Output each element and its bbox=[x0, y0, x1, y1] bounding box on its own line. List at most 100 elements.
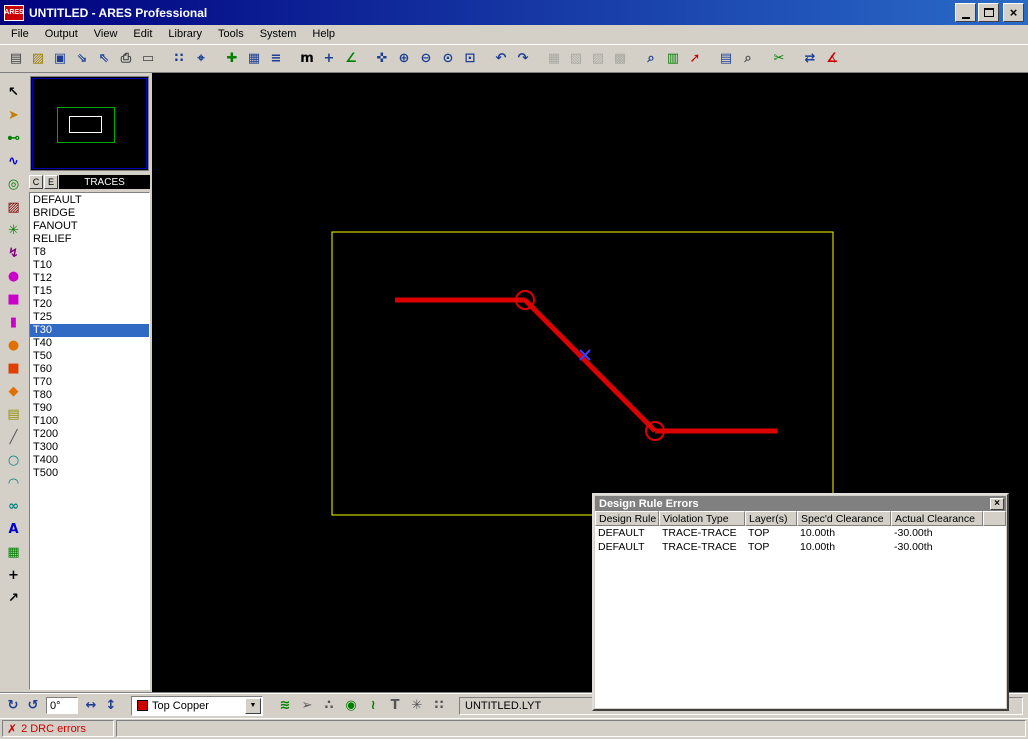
trace-item[interactable]: T500 bbox=[30, 467, 149, 480]
rotation-angle-field[interactable]: 0° bbox=[46, 697, 78, 714]
layer-selector[interactable]: Top Copper ▼ bbox=[131, 695, 263, 716]
ratsnest-mode-icon[interactable]: ✳ bbox=[3, 220, 24, 240]
trace-item[interactable]: T300 bbox=[30, 441, 149, 454]
trace-item[interactable]: T100 bbox=[30, 415, 149, 428]
filter-pads-icon[interactable]: ∴ bbox=[319, 696, 339, 716]
component-mode-icon[interactable]: ➤ bbox=[3, 105, 24, 125]
pan-icon[interactable]: ✜ bbox=[371, 48, 393, 70]
trace-item[interactable]: T12 bbox=[30, 272, 149, 285]
selector-c-button[interactable]: C bbox=[29, 175, 43, 189]
zone-mode-icon[interactable]: ▨ bbox=[3, 197, 24, 217]
trace-angle-icon[interactable]: ∠ bbox=[340, 48, 362, 70]
connectivity-check-icon[interactable]: ⇄ bbox=[799, 48, 821, 70]
dimension-mode-icon[interactable]: ↗ bbox=[3, 588, 24, 608]
snap-lock-icon[interactable]: ▦ bbox=[243, 48, 265, 70]
smt-round-pad-icon[interactable]: ● bbox=[3, 335, 24, 355]
padstack-icon[interactable]: ▤ bbox=[3, 404, 24, 424]
round-pad-icon[interactable]: ● bbox=[3, 266, 24, 286]
2d-symbol-icon[interactable]: ▦ bbox=[3, 542, 24, 562]
trace-item[interactable]: T25 bbox=[30, 311, 149, 324]
undo-icon[interactable]: ↶ bbox=[490, 48, 512, 70]
board-outline[interactable] bbox=[331, 231, 834, 516]
mark-output-area-icon[interactable]: ▭ bbox=[137, 48, 159, 70]
drc-column-header[interactable]: Layer(s) bbox=[745, 511, 797, 526]
trace-item[interactable]: T90 bbox=[30, 402, 149, 415]
print-layout-icon[interactable]: ⎙ bbox=[115, 48, 137, 70]
smt-poly-pad-icon[interactable]: ◆ bbox=[3, 381, 24, 401]
filter-zones-icon[interactable]: ≀ bbox=[363, 696, 383, 716]
menu-view[interactable]: View bbox=[86, 26, 126, 43]
units-toggle-icon[interactable]: m bbox=[296, 48, 318, 70]
x-cursor-icon[interactable]: ✚ bbox=[221, 48, 243, 70]
drc-column-header[interactable]: Design Rule bbox=[595, 511, 659, 526]
trace-item[interactable]: BRIDGE bbox=[30, 207, 149, 220]
template-colours-icon[interactable]: ▤ bbox=[715, 48, 737, 70]
drc-error-list[interactable]: DEFAULT TRACE-TRACE TOP 10.00th -30.00th… bbox=[595, 526, 1006, 708]
2d-text-icon[interactable]: A bbox=[3, 519, 24, 539]
menu-edit[interactable]: Edit bbox=[125, 26, 160, 43]
redo-icon[interactable]: ↷ bbox=[512, 48, 534, 70]
overview-viewport[interactable] bbox=[69, 116, 102, 133]
zoom-all-icon[interactable]: ⊙ bbox=[437, 48, 459, 70]
menu-output[interactable]: Output bbox=[37, 26, 86, 43]
toggle-origin-icon[interactable]: ⌖ bbox=[190, 48, 212, 70]
rotate-clockwise-icon[interactable]: ↻ bbox=[3, 696, 23, 716]
trace-item[interactable]: T10 bbox=[30, 259, 149, 272]
trace-item[interactable]: DEFAULT bbox=[30, 194, 149, 207]
import-section-icon[interactable]: ⇘ bbox=[71, 48, 93, 70]
zoom-area-icon[interactable]: ⊡ bbox=[459, 48, 481, 70]
via-mode-icon[interactable]: ◎ bbox=[3, 174, 24, 194]
trace-list[interactable]: DEFAULT BRIDGE FANOUT RELIEF T8 T10 T12 T15 T20 T… bbox=[29, 192, 150, 690]
open-layout-icon[interactable]: ▨ bbox=[27, 48, 49, 70]
export-section-icon[interactable]: ⇖ bbox=[93, 48, 115, 70]
trace-item[interactable]: T60 bbox=[30, 363, 149, 376]
filter-traces-icon[interactable]: ≋ bbox=[275, 696, 295, 716]
menu-file[interactable]: File bbox=[3, 26, 37, 43]
trace-item[interactable]: RELIEF bbox=[30, 233, 149, 246]
rotate-anticlockwise-icon[interactable]: ↺ bbox=[23, 696, 43, 716]
drc-error-row[interactable]: DEFAULT TRACE-TRACE TOP 10.00th -30.00th bbox=[595, 526, 1006, 540]
marker-mode-icon[interactable]: + bbox=[3, 565, 24, 585]
2d-circle-icon[interactable]: ○ bbox=[3, 450, 24, 470]
drc-title-bar[interactable]: Design Rule Errors × bbox=[595, 496, 1006, 511]
selection-mode-icon[interactable]: ↖ bbox=[3, 82, 24, 102]
drc-column-header[interactable]: Actual Clearance bbox=[891, 511, 983, 526]
2d-line-icon[interactable]: ╱ bbox=[3, 427, 24, 447]
decompose-icon[interactable]: ➚ bbox=[684, 48, 706, 70]
trace-item[interactable]: T30 bbox=[30, 324, 149, 337]
filter-ratsnest-icon[interactable]: ➢ bbox=[297, 696, 317, 716]
trace-item[interactable]: T20 bbox=[30, 298, 149, 311]
layers-dialog-icon[interactable]: ≡ bbox=[265, 48, 287, 70]
menu-tools[interactable]: Tools bbox=[210, 26, 252, 43]
filter-text-icon[interactable]: T bbox=[385, 696, 405, 716]
zoom-in-icon[interactable]: ⊕ bbox=[393, 48, 415, 70]
drc-column-header[interactable]: Violation Type bbox=[659, 511, 745, 526]
filter-graphics-icon[interactable]: ✳ bbox=[407, 696, 427, 716]
trace-mode-icon[interactable]: ∿ bbox=[3, 151, 24, 171]
trace-item[interactable]: T40 bbox=[30, 337, 149, 350]
dil-pad-icon[interactable]: ▮ bbox=[3, 312, 24, 332]
smt-square-pad-icon[interactable]: ■ bbox=[3, 358, 24, 378]
trace-item[interactable]: T70 bbox=[30, 376, 149, 389]
pick-parts-icon[interactable]: ⌕ bbox=[640, 48, 662, 70]
maximize-button[interactable] bbox=[978, 3, 999, 22]
trace-item[interactable]: FANOUT bbox=[30, 220, 149, 233]
square-pad-icon[interactable]: ■ bbox=[3, 289, 24, 309]
auto-router-icon[interactable]: ✂ bbox=[768, 48, 790, 70]
search-tag-icon[interactable]: ⌕ bbox=[737, 48, 759, 70]
app-icon[interactable]: ARES bbox=[4, 4, 24, 21]
toggle-grid-icon[interactable]: ∷ bbox=[168, 48, 190, 70]
close-button[interactable]: × bbox=[1003, 3, 1024, 22]
menu-system[interactable]: System bbox=[252, 26, 305, 43]
filter-vias-icon[interactable]: ◉ bbox=[341, 696, 361, 716]
minimize-button[interactable] bbox=[955, 3, 976, 22]
drc-error-row[interactable]: DEFAULT TRACE-TRACE TOP 10.00th -30.00th bbox=[595, 540, 1006, 554]
drc-column-header[interactable]: Spec'd Clearance bbox=[797, 511, 891, 526]
2d-path-icon[interactable]: ∞ bbox=[3, 496, 24, 516]
menu-help[interactable]: Help bbox=[304, 26, 343, 43]
menu-library[interactable]: Library bbox=[160, 26, 210, 43]
trace-item[interactable]: T50 bbox=[30, 350, 149, 363]
zoom-out-icon[interactable]: ⊖ bbox=[415, 48, 437, 70]
origin-marker-icon[interactable]: + bbox=[318, 48, 340, 70]
trace-item[interactable]: T8 bbox=[30, 246, 149, 259]
